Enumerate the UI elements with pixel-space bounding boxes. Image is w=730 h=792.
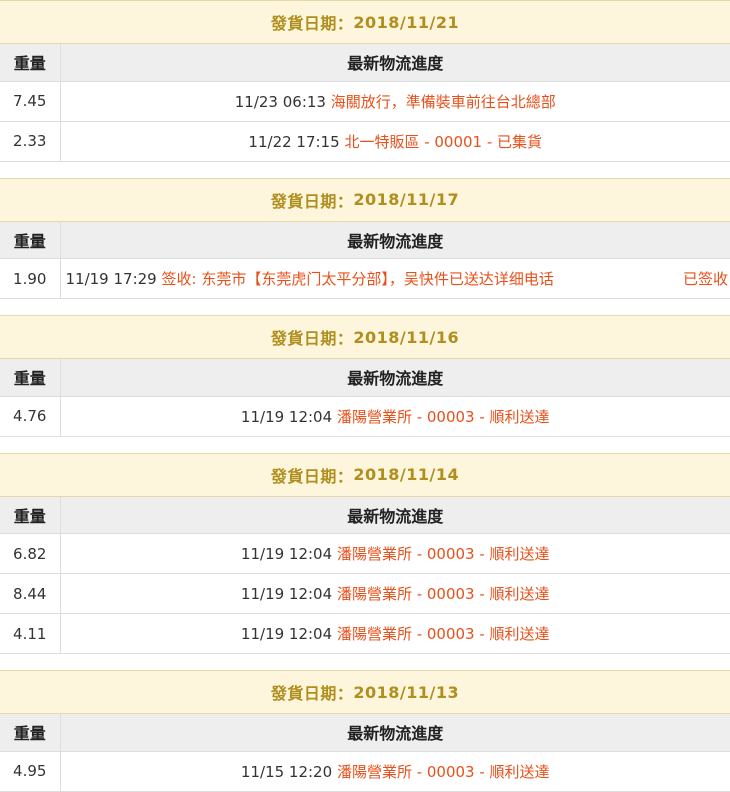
weight-column-header: 重量: [0, 44, 61, 82]
progress-cell: 11/19 12:04 潘陽營業所 - 00003 - 順利送達: [60, 396, 730, 437]
ship-date-header: 發貨日期： 2018/11/13: [0, 670, 730, 714]
progress-column-header: 最新物流進度: [60, 714, 730, 752]
progress-column-header: 最新物流進度: [60, 496, 730, 534]
progress-cell: 已签收 11/19 17:29 签收: 东莞市【东莞虎门太平分部】，吴快件已送达详…: [60, 258, 730, 299]
progress-time: 11/19 17:29: [65, 270, 157, 288]
progress-status-link[interactable]: 潘陽營業所 - 00003 - 順利送達: [337, 585, 550, 603]
ship-date-label: 發貨日期：: [270, 14, 354, 33]
shipment-table: 重量 最新物流進度 6.82 11/19 12:04 潘陽營業所 - 00003 - …: [0, 496, 730, 654]
ship-date-label: 發貨日期：: [270, 684, 354, 703]
weight-column-header: 重量: [0, 496, 61, 534]
progress-status-link[interactable]: 北一特販區 - 00001 - 已集貨: [344, 133, 542, 151]
progress-cell: 11/19 12:04 潘陽營業所 - 00003 - 順利送達: [60, 613, 730, 654]
ship-date-header: 發貨日期： 2018/11/14: [0, 452, 730, 497]
weight-cell: 8.44: [0, 573, 61, 614]
progress-status-link[interactable]: 潘陽營業所 - 00003 - 順利送達: [337, 763, 550, 781]
progress-status-link[interactable]: 潘陽營業所 - 00003 - 順利送達: [337, 545, 550, 563]
delivery-state-label: 已签收: [682, 270, 728, 288]
weight-column-header: 重量: [0, 221, 61, 259]
table-header-row: 重量 最新物流進度: [0, 496, 730, 534]
progress-cell: 11/22 17:15 北一特販區 - 00001 - 已集貨: [60, 121, 730, 162]
weight-cell: 2.33: [0, 121, 61, 162]
table-header-row: 重量 最新物流進度: [0, 221, 730, 259]
table-header-row: 重量 最新物流進度: [0, 359, 730, 397]
weight-cell: 6.82: [0, 533, 61, 574]
progress-status-link[interactable]: 签收: 东莞市【东莞虎门太平分部】，吴快件已送达详细电话: [162, 270, 554, 288]
progress-status-link[interactable]: 潘陽營業所 - 00003 - 順利送達: [337, 625, 550, 643]
progress-time: 11/15 12:20: [240, 762, 333, 781]
progress-cell: 11/19 12:04 潘陽營業所 - 00003 - 順利送達: [60, 573, 730, 614]
weight-column-header: 重量: [0, 359, 61, 397]
group-spacer: [0, 161, 730, 178]
weight-cell: 4.76: [0, 396, 61, 437]
ship-date-label: 發貨日期：: [270, 466, 354, 486]
progress-cell: 11/15 12:20 潘陽營業所 - 00003 - 順利送達: [60, 751, 730, 792]
shipment-table: 重量 最新物流進度 4.95 11/15 12:20 潘陽營業所 - 00003 - …: [0, 714, 730, 792]
progress-time: 11/19 12:04: [240, 407, 333, 426]
weight-cell: 7.45: [0, 81, 61, 122]
shipment-table: 重量 最新物流進度 7.45 11/23 06:13 海關放行，準備裝車前往台北總部 2…: [0, 44, 730, 162]
shipment-group: 發貨日期： 2018/11/13 重量 最新物流進度 4.95 11/15 12:20 潘…: [0, 670, 730, 792]
shipment-group: 發貨日期： 2018/11/14 重量 最新物流進度 6.82 11/19 12:04 潘…: [0, 452, 730, 654]
table-row[interactable]: 1.90 已签收 11/19 17:29 签收: 东莞市【东莞虎门太平分部】，吴快件…: [0, 258, 730, 299]
progress-column-header: 最新物流進度: [60, 221, 730, 259]
table-row[interactable]: 8.44 11/19 12:04 潘陽營業所 - 00003 - 順利送達: [0, 573, 730, 614]
progress-time: 11/23 06:13: [234, 92, 326, 111]
table-row[interactable]: 4.95 11/15 12:20 潘陽營業所 - 00003 - 順利送達: [0, 751, 730, 792]
ship-date-header: 發貨日期： 2018/11/16: [0, 315, 730, 359]
group-spacer: [0, 436, 730, 453]
ship-date-header: 發貨日期： 2018/11/17: [0, 177, 730, 222]
weight-cell: 1.90: [0, 258, 61, 299]
progress-cell: 11/19 12:04 潘陽營業所 - 00003 - 順利送達: [60, 533, 730, 574]
weight-column-header: 重量: [0, 714, 61, 752]
progress-status-link[interactable]: 潘陽營業所 - 00003 - 順利送達: [337, 408, 550, 426]
ship-date-value: 2018/11/21: [353, 12, 460, 32]
table-row[interactable]: 7.45 11/23 06:13 海關放行，準備裝車前往台北總部: [0, 81, 730, 122]
group-spacer: [0, 299, 730, 315]
ship-date-value: 2018/11/17: [353, 190, 460, 209]
table-header-row: 重量 最新物流進度: [0, 714, 730, 752]
group-spacer: [0, 654, 730, 670]
ship-date-value: 2018/11/13: [353, 682, 460, 702]
table-row[interactable]: 4.11 11/19 12:04 潘陽營業所 - 00003 - 順利送達: [0, 613, 730, 654]
table-row[interactable]: 4.76 11/19 12:04 潘陽營業所 - 00003 - 順利送達: [0, 396, 730, 437]
shipment-group: 發貨日期： 2018/11/17 重量 最新物流進度 1.90 已签收 11/19 17:2…: [0, 177, 730, 299]
ship-date-header: 發貨日期： 2018/11/21: [0, 0, 730, 44]
progress-time: 11/19 12:04: [240, 545, 333, 563]
ship-date-label: 發貨日期：: [270, 329, 354, 348]
progress-status-link[interactable]: 海關放行，準備裝車前往台北總部: [331, 93, 556, 111]
progress-column-header: 最新物流進度: [60, 359, 730, 397]
table-row[interactable]: 2.33 11/22 17:15 北一特販區 - 00001 - 已集貨: [0, 121, 730, 162]
shipment-group: 發貨日期： 2018/11/16 重量 最新物流進度 4.76 11/19 12:04 潘…: [0, 315, 730, 437]
weight-cell: 4.95: [0, 751, 61, 792]
shipment-table: 重量 最新物流進度 4.76 11/19 12:04 潘陽營業所 - 00003 - …: [0, 359, 730, 437]
weight-cell: 4.11: [0, 613, 61, 654]
ship-date-label: 發貨日期：: [270, 191, 354, 211]
table-row[interactable]: 6.82 11/19 12:04 潘陽營業所 - 00003 - 順利送達: [0, 533, 730, 574]
progress-time: 11/22 17:15: [248, 132, 340, 151]
progress-time: 11/19 12:04: [240, 625, 333, 643]
progress-column-header: 最新物流進度: [60, 44, 730, 82]
shipment-table: 重量 最新物流進度 1.90 已签收 11/19 17:29 签收: 东莞市【东莞虎门太…: [0, 221, 730, 299]
progress-time: 11/19 12:04: [240, 585, 333, 603]
progress-cell: 11/23 06:13 海關放行，準備裝車前往台北總部: [60, 81, 730, 122]
shipment-list: 發貨日期： 2018/11/21 重量 最新物流進度 7.45 11/23 06:13 海…: [0, 0, 730, 792]
ship-date-value: 2018/11/16: [353, 327, 460, 347]
table-header-row: 重量 最新物流進度: [0, 44, 730, 82]
ship-date-value: 2018/11/14: [353, 465, 460, 484]
shipment-group: 發貨日期： 2018/11/21 重量 最新物流進度 7.45 11/23 06:13 海…: [0, 0, 730, 162]
